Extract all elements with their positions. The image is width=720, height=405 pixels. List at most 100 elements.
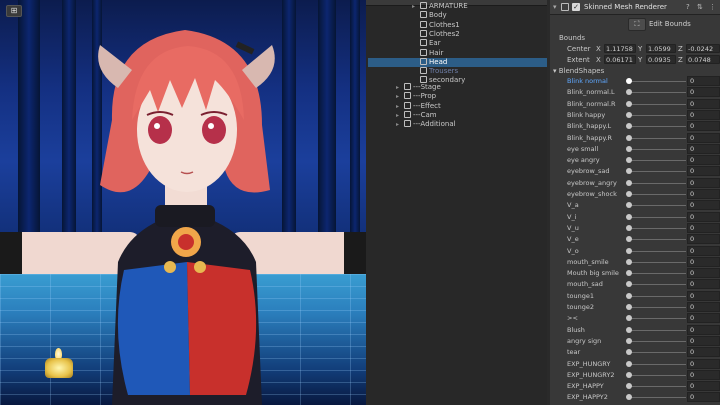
expand-arrow-icon[interactable]: ▸ (412, 2, 420, 11)
blendshape-slider-knob[interactable] (626, 394, 632, 401)
blendshape-slider-track[interactable] (628, 397, 686, 399)
fold-arrow-icon[interactable]: ▾ (553, 3, 557, 11)
blendshape-slider-track[interactable] (628, 81, 686, 82)
blendshape-slider-track[interactable] (628, 284, 686, 286)
hierarchy-item[interactable]: Head (368, 57, 549, 67)
blendshape-value-field[interactable]: 0 (687, 369, 720, 380)
extent-y-field[interactable]: 0.0935 (646, 55, 676, 64)
blendshape-slider-knob[interactable] (626, 100, 632, 107)
blendshape-slider-knob[interactable] (626, 247, 632, 254)
blendshape-value-field[interactable]: 0 (687, 313, 720, 324)
blendshape-slider-knob[interactable] (626, 134, 632, 141)
blendshape-value-field[interactable]: 0 (687, 256, 720, 267)
blendshape-slider-knob[interactable] (626, 191, 632, 197)
blendshape-slider-track[interactable] (628, 273, 686, 275)
blendshape-value-field[interactable]: 0 (687, 109, 720, 120)
inspector-panel[interactable]: ▾ ✓ Skinned Mesh Renderer ? ⇅ ⋮ ⛶ Edit B… (550, 0, 720, 405)
hierarchy-root-item[interactable]: ▸ ---Prop (396, 92, 436, 101)
hierarchy-root-item[interactable]: ▸ ---Additional (396, 120, 456, 129)
expand-arrow-icon[interactable]: ▸ (396, 111, 404, 120)
blendshape-value-field[interactable]: 0 (687, 324, 720, 335)
hierarchy-item[interactable]: Clothes1 (412, 20, 460, 30)
blendshape-slider-track[interactable] (628, 182, 686, 184)
blendshape-slider-knob[interactable] (626, 78, 632, 84)
blendshape-slider-track[interactable] (628, 295, 686, 297)
blendshape-slider-knob[interactable] (626, 292, 632, 299)
blendshape-value-field[interactable]: 0 (687, 347, 720, 358)
extent-z-field[interactable]: 0.0748 (686, 55, 720, 64)
blendshape-value-field[interactable]: 0 (687, 132, 720, 143)
blendshape-slider-knob[interactable] (626, 224, 632, 231)
blendshape-slider-track[interactable] (628, 318, 686, 320)
blendshape-slider-knob[interactable] (626, 281, 632, 288)
component-enabled-checkbox[interactable]: ✓ (572, 3, 580, 11)
blendshape-slider-track[interactable] (628, 137, 686, 139)
center-y-field[interactable]: 1.0599 (646, 44, 676, 53)
center-z-field[interactable]: -0.0242 (686, 44, 720, 53)
blendshape-value-field[interactable]: 0 (687, 381, 720, 392)
hierarchy-root-item[interactable]: ▸ ---Cam (396, 110, 437, 120)
blendshape-value-field[interactable]: 0 (687, 166, 720, 177)
blendshape-slider-track[interactable] (628, 352, 686, 354)
blendshape-slider-knob[interactable] (626, 304, 632, 310)
blendshape-slider-knob[interactable] (626, 349, 632, 356)
blendshape-slider-track[interactable] (628, 374, 686, 376)
blendshape-value-field[interactable]: 0 (687, 290, 720, 301)
hierarchy-item[interactable]: Body (412, 11, 447, 20)
blendshape-slider-track[interactable] (628, 126, 686, 128)
blendshape-slider-track[interactable] (628, 171, 686, 173)
blendshape-slider-knob[interactable] (626, 337, 632, 344)
blendshape-slider-track[interactable] (628, 103, 686, 105)
edit-bounds-button[interactable]: ⛶ (628, 18, 646, 31)
expand-arrow-icon[interactable]: ▸ (396, 120, 404, 129)
blendshape-slider-track[interactable] (628, 92, 686, 94)
blendshape-value-field[interactable]: 0 (687, 177, 720, 188)
blendshape-slider-knob[interactable] (626, 383, 632, 390)
hierarchy-item[interactable]: ▸ ARMATURE (412, 2, 468, 11)
blendshapes-foldout[interactable]: ▾ BlendShapes (553, 67, 604, 75)
expand-arrow-icon[interactable]: ▸ (396, 83, 404, 92)
blendshape-slider-track[interactable] (628, 307, 686, 308)
blendshape-slider-track[interactable] (628, 261, 686, 263)
blendshape-slider-knob[interactable] (626, 111, 632, 118)
hierarchy-item[interactable]: Clothes2 (412, 29, 460, 39)
extent-x-field[interactable]: 0.06171 (604, 55, 636, 64)
blendshape-slider-knob[interactable] (626, 326, 632, 333)
blendshape-value-field[interactable]: 0 (687, 245, 720, 256)
character-figure[interactable] (0, 0, 366, 405)
blendshape-value-field[interactable]: 0 (687, 87, 720, 98)
blendshape-value-field[interactable]: 0 (687, 98, 720, 109)
blendshape-slider-knob[interactable] (626, 360, 632, 367)
blendshape-slider-knob[interactable] (626, 202, 632, 209)
blendshape-slider-track[interactable] (628, 386, 686, 388)
blendshape-slider-track[interactable] (628, 148, 686, 150)
hierarchy-item[interactable]: Ear (412, 39, 441, 48)
scene-camera-icon[interactable]: ⊞ (6, 5, 22, 17)
blendshape-value-field[interactable]: 0 (687, 121, 720, 132)
blendshape-slider-knob[interactable] (626, 123, 632, 130)
blendshape-slider-knob[interactable] (626, 315, 632, 322)
blendshape-slider-track[interactable] (628, 329, 686, 331)
hierarchy-root-item[interactable]: ▸ ---Effect (396, 101, 441, 111)
blendshape-slider-track[interactable] (628, 114, 686, 116)
blendshape-slider-knob[interactable] (626, 179, 632, 186)
blendshape-slider-knob[interactable] (626, 213, 632, 220)
blendshape-slider-knob[interactable] (626, 168, 632, 175)
blendshape-value-field[interactable]: 0 (687, 222, 720, 233)
blendshape-slider-track[interactable] (628, 216, 686, 218)
blendshape-slider-knob[interactable] (626, 145, 632, 152)
preset-icon[interactable]: ⇅ (697, 3, 703, 11)
blendshape-value-field[interactable]: 0 (687, 302, 720, 312)
blendshape-slider-track[interactable] (628, 239, 686, 241)
hierarchy-item[interactable]: Trousers (412, 67, 458, 76)
blendshape-slider-knob[interactable] (626, 371, 632, 378)
expand-arrow-icon[interactable]: ▸ (396, 102, 404, 111)
blendshape-slider-track[interactable] (628, 160, 686, 162)
blendshape-value-field[interactable]: 0 (687, 155, 720, 166)
blendshape-value-field[interactable]: 0 (687, 268, 720, 279)
more-options-icon[interactable]: ⋮ (709, 3, 716, 11)
hierarchy-root-item[interactable]: ▸ ---Stage (396, 83, 441, 92)
blendshape-slider-knob[interactable] (626, 89, 632, 96)
blendshape-slider-track[interactable] (628, 250, 686, 252)
blendshape-slider-track[interactable] (628, 363, 686, 365)
